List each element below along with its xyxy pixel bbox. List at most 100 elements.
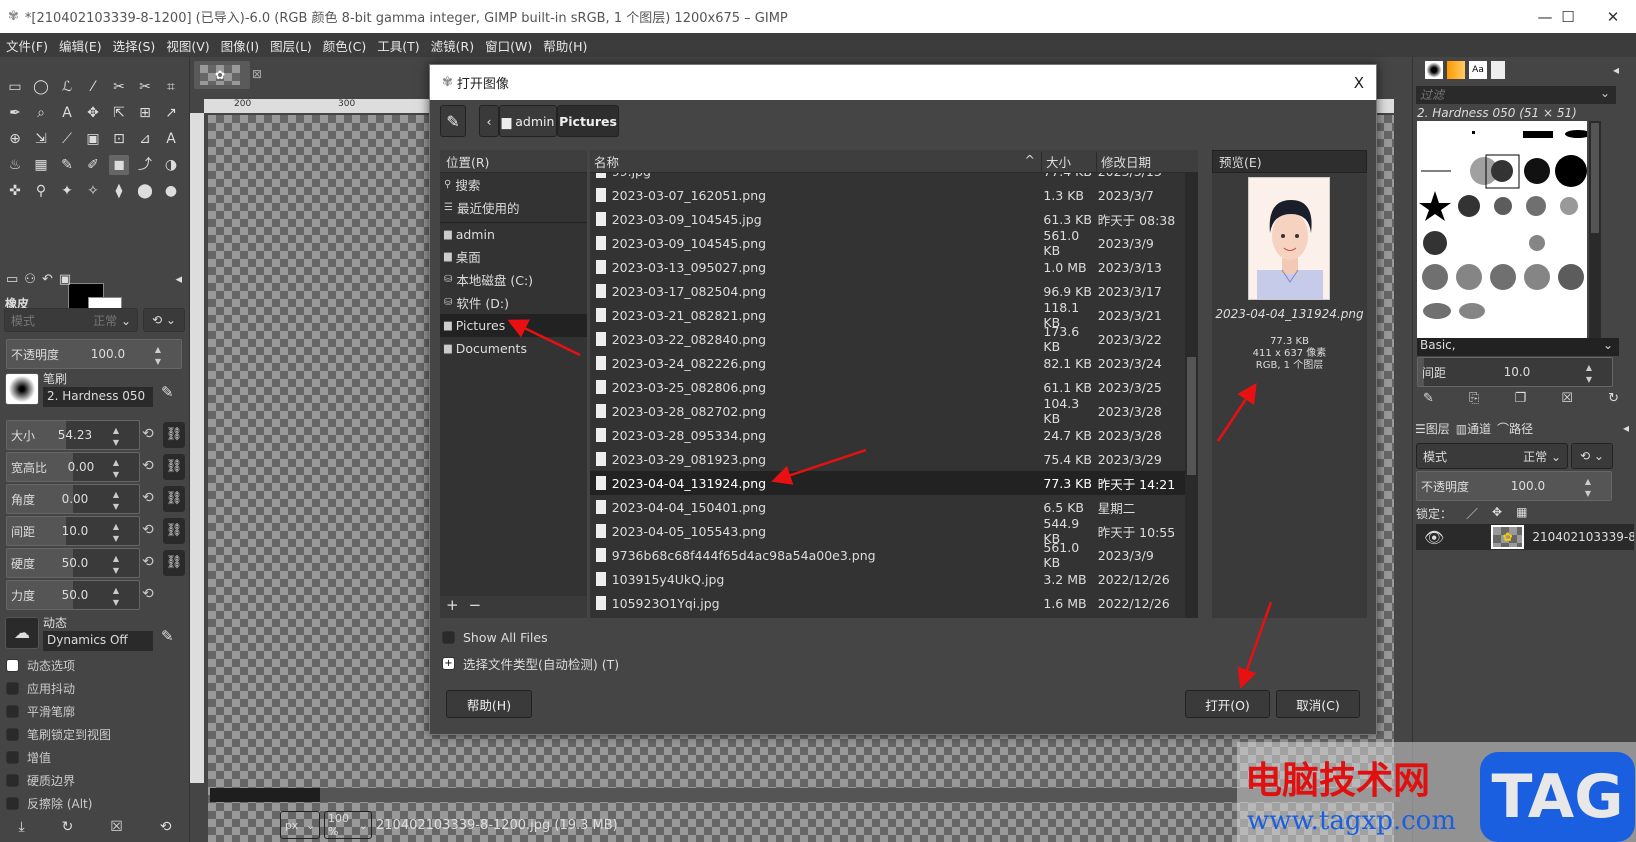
move-tool-icon[interactable]: ✥ <box>83 103 103 123</box>
option-slider[interactable]: 宽高比 0.00 ▲ ▼ <box>6 452 140 482</box>
reset-icon[interactable]: ⟲ <box>142 586 154 602</box>
fuzzy-select-tool-icon[interactable]: ⁄ <box>83 77 103 97</box>
rotate-tool-icon[interactable]: ↗ <box>161 103 181 123</box>
file-row[interactable]: 2023-03-09_104545.png 561.0 KB 2023/3/9 <box>590 228 1185 258</box>
menu-item[interactable]: 视图(V) <box>166 36 209 55</box>
checkbox-box[interactable] <box>6 659 19 672</box>
duplicate-brush-icon[interactable]: ❐ <box>1515 391 1527 406</box>
menu-item[interactable]: 工具(T) <box>377 36 419 55</box>
file-row[interactable]: 2023-03-13_095027.png 1.0 MB 2023/3/13 <box>590 255 1185 279</box>
mode-select[interactable]: 模式 正常 ⌄ <box>4 308 138 332</box>
document-tab-icon[interactable] <box>1491 61 1505 79</box>
place-item[interactable]: ☰ 最近使用的 <box>440 196 587 219</box>
option-slider[interactable]: 大小 54.23 ▲ ▼ <box>6 420 140 450</box>
tab-channels[interactable]: ▥通道 <box>1456 420 1491 437</box>
perspective-tool-icon[interactable]: ⟋ <box>57 129 77 149</box>
filter-input[interactable]: 过滤 ⌄ <box>1416 86 1616 104</box>
smudge-tool-icon[interactable]: ✦ <box>57 181 77 201</box>
undo-history-tab-icon[interactable]: ↶ <box>42 272 53 292</box>
option-slider[interactable]: 角度 0.00 ▲ ▼ <box>6 484 140 514</box>
file-type-expander[interactable]: + 选择文件类型(自动检测) (T) <box>442 654 619 673</box>
panel-menu-icon[interactable]: ◂ <box>1623 421 1629 435</box>
spin-arrows-icon[interactable]: ▲ ▼ <box>1586 362 1592 386</box>
spacing-slider[interactable]: 间距 10.0 ▲ ▼ <box>1417 357 1613 387</box>
layer-mode-reset[interactable]: ⟲ ⌄ <box>1571 443 1613 469</box>
lock-alpha-icon[interactable]: ▦ <box>1516 505 1527 522</box>
gradients-tab-icon[interactable] <box>1447 61 1465 79</box>
link-icon[interactable]: ⛓ <box>163 486 185 512</box>
column-size[interactable]: 大小 <box>1041 151 1096 171</box>
dynamics-options-expander[interactable]: 动态选项 <box>6 657 75 674</box>
file-row[interactable]: 2023-03-07_162051.png 1.3 KB 2023/3/7 <box>590 183 1185 207</box>
menu-item[interactable]: 滤镜(R) <box>431 36 474 55</box>
back-button[interactable]: ‹ <box>479 105 499 137</box>
horizontal-scrollbar[interactable] <box>210 788 1400 802</box>
panel-menu-icon[interactable]: ◂ <box>175 272 182 292</box>
zoom-value[interactable]: 100 % <box>328 812 359 838</box>
help-button[interactable]: 帮助(H) <box>446 690 532 718</box>
color-picker-tool-icon[interactable]: ✒ <box>5 103 25 123</box>
eraser-tool-icon[interactable]: ◼ <box>109 155 129 175</box>
file-row[interactable]: 105923O1Yqi.jpg 1.6 MB 2022/12/26 <box>590 591 1185 615</box>
column-modified[interactable]: 修改日期 <box>1096 151 1185 171</box>
dot-tool-icon[interactable]: ● <box>161 181 181 201</box>
reset-icon[interactable]: ⟲ <box>142 554 154 570</box>
zoom-tool-icon[interactable]: ⌕ <box>31 103 51 123</box>
ink-tool-icon[interactable]: ◑ <box>161 155 181 175</box>
device-status-tab-icon[interactable]: ⚇ <box>24 272 36 292</box>
option-checkbox[interactable]: 反擦除 (Alt) <box>6 795 92 812</box>
foreground-select-tool-icon[interactable]: ✂ <box>135 77 155 97</box>
reset-icon[interactable]: ⟲ <box>142 522 154 538</box>
brush-scrollbar[interactable] <box>1589 121 1601 338</box>
save-preset-icon[interactable]: ⤓ <box>18 819 24 835</box>
fonts-tab-icon[interactable]: Aa <box>1469 61 1487 79</box>
menu-item[interactable]: 编辑(E) <box>59 36 102 55</box>
panel-menu-icon[interactable]: ◂ <box>1613 63 1619 77</box>
breadcrumb-admin[interactable]: ▆ admin <box>499 105 557 137</box>
brushes-tab-icon[interactable] <box>1425 61 1443 79</box>
edit-dynamics-icon[interactable]: ✎ <box>161 627 174 645</box>
reset-icon[interactable]: ⟲ <box>142 458 154 474</box>
delete-brush-icon[interactable]: ☒ <box>1561 391 1573 406</box>
layer-row[interactable]: 👁 ✿ 210402103339-8 <box>1416 524 1634 550</box>
spin-arrows-icon[interactable]: ▲ ▼ <box>1585 476 1591 500</box>
link-icon[interactable]: ⛓ <box>163 518 185 544</box>
unit-select[interactable]: px ⌄ <box>280 811 320 839</box>
lock-pixels-icon[interactable]: ／ <box>1466 505 1478 522</box>
file-row[interactable]: 103915y4UkQ.jpg 3.2 MB 2022/12/26 <box>590 567 1185 591</box>
images-tab-icon[interactable]: ▣ <box>59 272 71 292</box>
refresh-brushes-icon[interactable]: ↻ <box>1608 391 1619 406</box>
file-list-scrollbar[interactable] <box>1185 150 1198 618</box>
align-tool-icon[interactable]: ⇱ <box>109 103 129 123</box>
spin-arrows-icon[interactable]: ▲ ▼ <box>113 425 119 449</box>
place-item[interactable]: ⚲ 搜索 <box>440 173 587 196</box>
breadcrumb-pictures[interactable]: Pictures <box>557 105 619 137</box>
clone-tool-icon[interactable]: ✜ <box>5 181 25 201</box>
remove-place-button[interactable]: − <box>469 596 482 618</box>
add-place-button[interactable]: + <box>446 596 459 618</box>
file-row[interactable]: 2023-03-24_082226.png 82.1 KB 2023/3/24 <box>590 351 1185 375</box>
spin-arrows-icon[interactable]: ▲ ▼ <box>113 521 119 545</box>
blur-tool-icon[interactable]: ✧ <box>83 181 103 201</box>
type-location-button[interactable]: ✎ <box>440 105 466 137</box>
file-row[interactable]: 2023-03-29_081923.png 75.4 KB 2023/3/29 <box>590 447 1185 471</box>
option-checkbox[interactable]: 应用抖动 <box>6 680 75 697</box>
open-button[interactable]: 打开(O) <box>1185 690 1270 718</box>
menu-item[interactable]: 图像(I) <box>221 36 259 55</box>
airbrush-tool-icon[interactable]: ⤴ <box>135 155 155 175</box>
checkbox-box[interactable] <box>6 751 19 764</box>
reset-icon[interactable]: ⟲ <box>142 426 154 442</box>
dynamics-icon[interactable]: ☁ <box>5 617 39 649</box>
spin-arrows-icon[interactable]: ▲ ▼ <box>113 553 119 577</box>
place-item[interactable]: ▆ Pictures <box>440 314 587 337</box>
spin-arrows-icon[interactable]: ▲ ▼ <box>113 585 119 609</box>
path-tool-icon[interactable]: ⬤ <box>135 181 155 201</box>
mode-reset-dropdown[interactable]: ⟲ ⌄ <box>143 308 185 332</box>
spin-arrows-icon[interactable]: ▲ ▼ <box>113 489 119 513</box>
checkbox-box[interactable] <box>6 797 19 810</box>
gradient-tool-icon[interactable]: ▦ <box>31 155 51 175</box>
layer-mode-select[interactable]: 模式 正常 ⌄ <box>1416 443 1568 469</box>
option-slider[interactable]: 硬度 50.0 ▲ ▼ <box>6 548 140 578</box>
brush-grid[interactable] <box>1417 121 1591 338</box>
heal-tool-icon[interactable]: ⚲ <box>31 181 51 201</box>
